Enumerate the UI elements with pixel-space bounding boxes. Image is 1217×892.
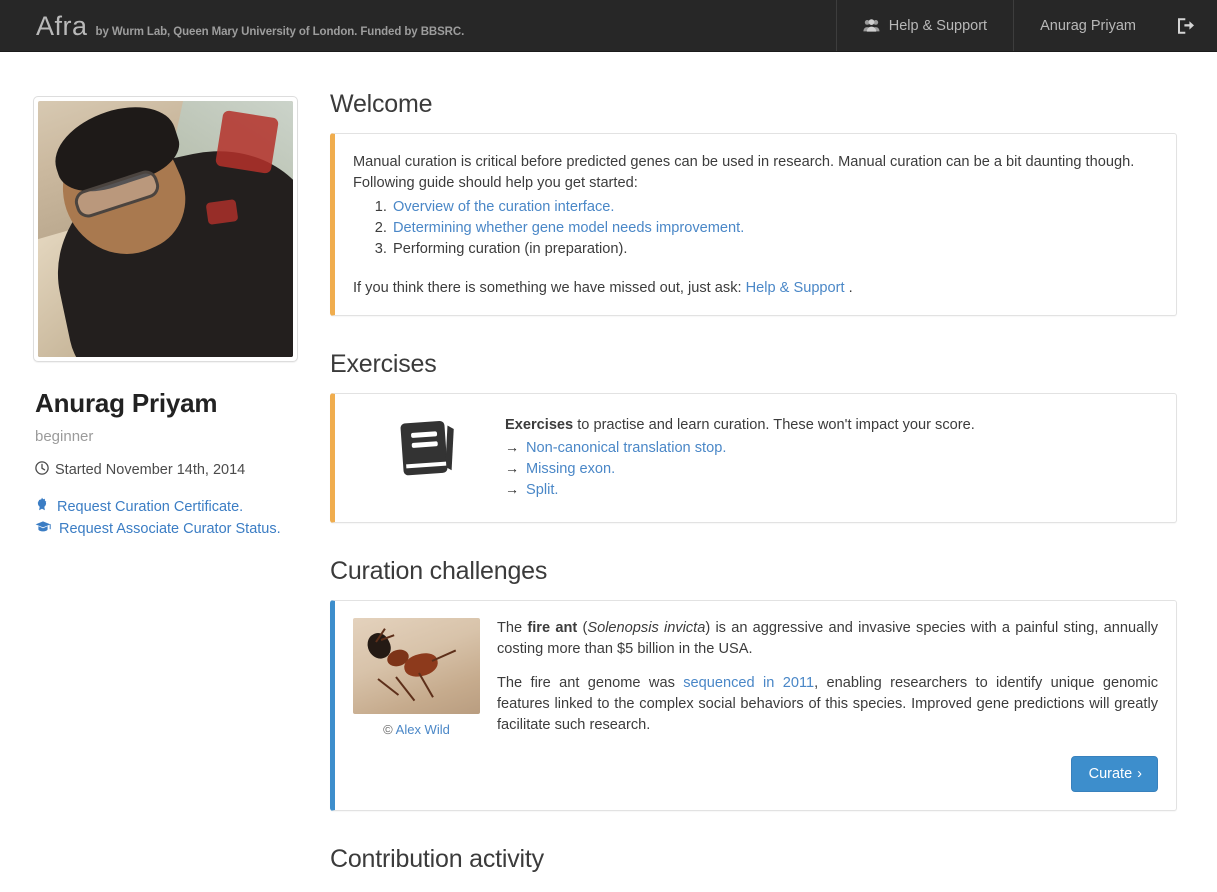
- navbar-right: Help & Support Anurag Priyam: [835, 0, 1217, 51]
- welcome-intro-line2: Following guide should help you get star…: [353, 175, 638, 191]
- challenge-paragraph-1: The fire ant (Solenopsis invicta) is an …: [497, 618, 1158, 660]
- exercise-non-canonical-translation-stop-link[interactable]: Non-canonical translation stop.: [526, 438, 726, 458]
- curate-button[interactable]: Curate ›: [1070, 756, 1158, 792]
- welcome-step-2: Determining whether gene model needs imp…: [391, 218, 1156, 239]
- overview-curation-interface-link[interactable]: Overview of the curation interface.: [393, 199, 614, 215]
- exercises-panel: Exercises to practise and learn curation…: [330, 393, 1177, 523]
- request-curation-certificate-label: Request Curation Certificate.: [57, 499, 244, 515]
- help-and-support-link[interactable]: Help & Support: [835, 0, 1013, 51]
- chevron-right-icon: ›: [1137, 766, 1142, 782]
- welcome-step-3: Performing curation (in preparation).: [391, 239, 1156, 260]
- exercise-missing-exon-link[interactable]: Missing exon.: [526, 459, 615, 479]
- certificate-icon: [35, 496, 49, 518]
- book-icon: [393, 418, 465, 487]
- sequenced-in-2011-link[interactable]: sequenced in 2011: [683, 675, 814, 691]
- user-menu-link[interactable]: Anurag Priyam: [1013, 0, 1162, 51]
- curate-row: Curate ›: [497, 756, 1158, 792]
- exercise-item: → Non-canonical translation stop.: [505, 437, 1156, 458]
- top-navbar: Afra by Wurm Lab, Queen Mary University …: [0, 0, 1217, 52]
- activity-list: submitted Corrections to Solenopsis invi…: [330, 888, 1177, 892]
- welcome-title: Welcome: [330, 90, 433, 118]
- user-name-label: Anurag Priyam: [1040, 17, 1136, 34]
- copyright-symbol: ©: [383, 722, 393, 737]
- exercise-item: → Missing exon.: [505, 458, 1156, 479]
- exercises-lead: Exercises to practise and learn curation…: [505, 415, 1156, 435]
- profile-started-label: Started November 14th, 2014: [55, 462, 246, 478]
- exercise-split-link[interactable]: Split.: [526, 480, 558, 500]
- challenge-p2-part1: The fire ant genome was: [497, 675, 684, 691]
- exercises-lead-bold: Exercises: [505, 417, 574, 433]
- clock-icon: [35, 461, 49, 479]
- fire-ant-photo: [353, 618, 480, 714]
- avatar-photo: [38, 101, 293, 357]
- request-associate-curator-status-label: Request Associate Curator Status.: [59, 521, 281, 537]
- performing-curation-label: Performing curation (in preparation).: [393, 241, 628, 257]
- main-content: Welcome Manual curation is critical befo…: [296, 70, 1217, 892]
- exercise-item: → Split.: [505, 479, 1156, 500]
- welcome-help-support-link[interactable]: Help & Support: [746, 280, 845, 296]
- challenge-paragraph-2: The fire ant genome was sequenced in 201…: [497, 673, 1158, 736]
- avatar: [33, 96, 298, 362]
- exercises-title: Exercises: [330, 350, 437, 378]
- welcome-closing-prefix: If you think there is something we have …: [353, 280, 742, 296]
- contribution-activity-title: Contribution activity: [330, 845, 544, 873]
- logout-button[interactable]: [1162, 0, 1217, 51]
- brand-area[interactable]: Afra by Wurm Lab, Queen Mary University …: [0, 0, 464, 51]
- profile-started: Started November 14th, 2014: [35, 461, 296, 479]
- exercises-lead-rest: to practise and learn curation. These wo…: [573, 417, 975, 433]
- photo-credit-link[interactable]: Alex Wild: [396, 722, 450, 737]
- curation-challenges-panel: © Alex Wild The fire ant (Solenopsis inv…: [330, 600, 1177, 811]
- app-subtitle: by Wurm Lab, Queen Mary University of Lo…: [95, 26, 465, 38]
- arrow-right-icon: →: [505, 481, 519, 497]
- curate-button-label: Curate: [1088, 766, 1133, 782]
- welcome-steps: Overview of the curation interface. Dete…: [353, 197, 1156, 260]
- help-and-support-label: Help & Support: [888, 17, 988, 34]
- profile-sidebar: Anurag Priyam beginner Started November …: [0, 70, 298, 892]
- sign-out-icon: [1176, 17, 1195, 34]
- request-curation-certificate-link[interactable]: Request Curation Certificate.: [35, 496, 296, 518]
- challenge-p1-species: Solenopsis invicta: [587, 620, 706, 636]
- challenge-figure: © Alex Wild: [353, 618, 480, 792]
- photo-caption: © Alex Wild: [353, 722, 480, 737]
- request-associate-curator-status-link[interactable]: Request Associate Curator Status.: [35, 518, 296, 540]
- sidebar-links: Request Curation Certificate. Request As…: [35, 496, 296, 540]
- app-title: Afra: [36, 11, 88, 41]
- welcome-intro-line1: Manual curation is critical before predi…: [353, 154, 1135, 170]
- exercises-icon-column: [353, 414, 505, 500]
- graduation-cap-icon: [35, 518, 51, 540]
- challenge-p1-bold: fire ant: [527, 620, 578, 636]
- challenge-p1-part1: The: [497, 620, 528, 636]
- challenge-text: The fire ant (Solenopsis invicta) is an …: [497, 618, 1158, 792]
- welcome-closing-suffix: .: [848, 280, 853, 296]
- profile-name: Anurag Priyam: [35, 388, 218, 418]
- welcome-panel: Manual curation is critical before predi…: [330, 133, 1177, 316]
- exercises-text: Exercises to practise and learn curation…: [505, 414, 1156, 500]
- profile-rank: beginner: [35, 428, 94, 445]
- welcome-step-1: Overview of the curation interface.: [391, 197, 1156, 218]
- users-group-icon: [863, 19, 880, 32]
- page-body: Anurag Priyam beginner Started November …: [0, 52, 1217, 892]
- welcome-closing: If you think there is something we have …: [353, 278, 1156, 299]
- arrow-right-icon: →: [505, 439, 519, 455]
- curation-challenges-title: Curation challenges: [330, 557, 548, 585]
- challenge-p1-part2: (: [577, 620, 588, 636]
- determining-gene-model-improvement-link[interactable]: Determining whether gene model needs imp…: [393, 220, 744, 236]
- activity-row: submitted Corrections to Solenopsis invi…: [330, 888, 1177, 892]
- arrow-right-icon: →: [505, 460, 519, 476]
